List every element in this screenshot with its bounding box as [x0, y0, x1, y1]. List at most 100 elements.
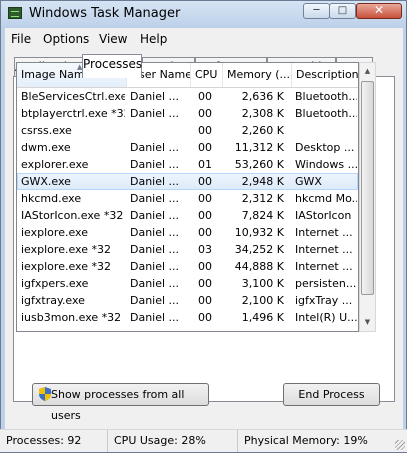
menu-view[interactable]: View — [99, 32, 127, 46]
process-description — [295, 122, 357, 139]
column-description[interactable]: Description — [292, 63, 358, 87]
end-process-button[interactable]: End Process — [283, 383, 380, 406]
resize-grip-icon[interactable] — [395, 440, 405, 450]
process-user: Daniel ... — [130, 243, 180, 256]
process-user: Daniel ... — [130, 226, 180, 239]
process-memory: 2,308 K — [241, 107, 284, 120]
process-row[interactable]: iexplore.exe Daniel ... 00 10,932 K Internet… — [17, 224, 358, 241]
process-row[interactable]: explorer.exe Daniel ... 01 53,260 K Windows … — [17, 156, 358, 173]
process-name: explorer.exe — [21, 158, 89, 171]
process-user: Daniel ... — [130, 107, 180, 120]
process-cpu: 01 — [198, 158, 212, 171]
process-user: Daniel ... — [130, 260, 180, 273]
column-memory[interactable]: Memory (... — [223, 63, 292, 87]
title-bar[interactable]: Windows Task Manager ─ □ ✕ — [1, 1, 406, 27]
column-cpu[interactable]: CPU — [191, 63, 223, 87]
process-row[interactable]: iexplore.exe *32 Daniel ... 03 34,252 K Inte… — [17, 241, 358, 258]
process-memory: 2,100 K — [241, 294, 284, 307]
close-icon: ✕ — [373, 3, 385, 17]
process-memory: 2,948 K — [241, 175, 284, 188]
vertical-scrollbar[interactable]: ▲ ▼ — [359, 62, 376, 332]
close-button[interactable]: ✕ — [356, 3, 402, 19]
show-all-processes-button[interactable]: Show processes from all users — [32, 383, 209, 422]
process-user: Daniel ... — [130, 311, 180, 324]
process-cpu: 00 — [198, 260, 212, 273]
process-user: Daniel ... — [130, 209, 180, 222]
process-user: Daniel ... — [130, 277, 180, 290]
process-memory: 2,260 K — [241, 124, 284, 137]
process-memory: 3,100 K — [241, 277, 284, 290]
process-cpu: 00 — [198, 141, 212, 154]
minimize-icon: ─ — [313, 5, 320, 16]
status-processes: Processes: 92 — [0, 430, 108, 452]
status-bar: Processes: 92 CPU Usage: 28% Physical Me… — [0, 429, 407, 452]
process-description: Internet ... — [295, 243, 353, 256]
process-name: hkcmd.exe — [21, 192, 82, 205]
process-description: Bluetooth... — [295, 107, 357, 120]
process-description: Desktop ... — [295, 141, 355, 154]
process-user: Daniel ... — [130, 294, 180, 307]
process-row[interactable]: igfxtray.exe Daniel ... 00 2,100 K igfxTray … — [17, 292, 358, 309]
process-list[interactable]: ▲ Image Name User Name CPU Memory (... De… — [16, 62, 359, 332]
process-description: IAStorIcon — [295, 209, 352, 222]
menu-file[interactable]: File — [11, 32, 31, 46]
menu-help[interactable]: Help — [140, 32, 167, 46]
process-cpu: 00 — [198, 192, 212, 205]
process-name: iexplore.exe *32 — [21, 243, 111, 256]
process-name: iexplore.exe — [21, 226, 88, 239]
process-row[interactable]: iusb3mon.exe *32 Daniel ... 00 1,496 K Intel… — [17, 309, 358, 326]
process-cpu: 00 — [198, 107, 212, 120]
scroll-thumb[interactable] — [361, 81, 374, 295]
process-user — [130, 122, 190, 139]
process-row[interactable]: csrss.exe 00 2,260 K — [17, 122, 358, 139]
process-name: IAStorIcon.exe *32 — [21, 209, 124, 222]
process-name: dwm.exe — [21, 141, 71, 154]
process-row[interactable]: GWX.exe Daniel ... 00 2,948 K GWX — [17, 173, 358, 190]
status-cpu-usage: CPU Usage: 28% — [108, 430, 238, 452]
process-row[interactable]: hkcmd.exe Daniel ... 00 2,312 K hkcmd Mo... — [17, 190, 358, 207]
maximize-icon: □ — [337, 5, 348, 16]
process-name: igfxtray.exe — [21, 294, 85, 307]
process-description: Internet ... — [295, 226, 353, 239]
process-name: igfxpers.exe — [21, 277, 89, 290]
maximize-button[interactable]: □ — [329, 3, 356, 19]
process-cpu: 00 — [198, 209, 212, 222]
process-name: iusb3mon.exe *32 — [21, 311, 122, 324]
process-user: Daniel ... — [130, 141, 180, 154]
uac-shield-icon — [39, 387, 51, 401]
process-memory: 34,252 K — [234, 243, 284, 256]
process-user: Daniel ... — [130, 175, 180, 188]
process-description: hkcmd Mo... — [295, 192, 357, 205]
process-cpu: 00 — [198, 175, 212, 188]
process-cpu: 03 — [198, 243, 212, 256]
process-description: GWX — [295, 175, 322, 188]
process-name: BleServicesCtrl.exe — [21, 90, 125, 103]
process-cpu: 00 — [198, 124, 212, 137]
process-user: Daniel ... — [130, 90, 180, 103]
process-user: Daniel ... — [130, 158, 180, 171]
process-row[interactable]: IAStorIcon.exe *32 Daniel ... 00 7,824 K IAS… — [17, 207, 358, 224]
process-cpu: 00 — [198, 294, 212, 307]
minimize-button[interactable]: ─ — [303, 3, 330, 19]
process-memory: 53,260 K — [234, 158, 284, 171]
process-memory: 2,636 K — [241, 90, 284, 103]
process-description: Intel(R) U... — [295, 311, 357, 324]
process-description: Bluetooth... — [295, 90, 357, 103]
scroll-down-icon[interactable]: ▼ — [360, 314, 375, 331]
tab-processes[interactable]: Processes — [82, 54, 142, 78]
process-name: csrss.exe — [21, 124, 72, 137]
process-row[interactable]: btplayerctrl.exe *32 Daniel ... 00 2,308 K B… — [17, 105, 358, 122]
process-description: igfxTray ... — [295, 294, 353, 307]
process-memory: 44,888 K — [234, 260, 284, 273]
process-row[interactable]: igfxpers.exe Daniel ... 00 3,100 K persisten… — [17, 275, 358, 292]
process-row[interactable]: BleServicesCtrl.exe Daniel ... 00 2,636 K Bl… — [17, 88, 358, 105]
status-physical-memory: Physical Memory: 19% — [244, 434, 368, 447]
process-row[interactable]: dwm.exe Daniel ... 00 11,312 K Desktop ... — [17, 139, 358, 156]
process-name: iexplore.exe *32 — [21, 260, 111, 273]
menu-options[interactable]: Options — [43, 32, 89, 46]
scroll-up-icon[interactable]: ▲ — [360, 63, 375, 80]
window-title: Windows Task Manager — [29, 6, 181, 21]
process-row[interactable]: iexplore.exe *32 Daniel ... 00 44,888 K Inte… — [17, 258, 358, 275]
process-cpu: 00 — [198, 311, 212, 324]
process-description: Internet ... — [295, 260, 353, 273]
